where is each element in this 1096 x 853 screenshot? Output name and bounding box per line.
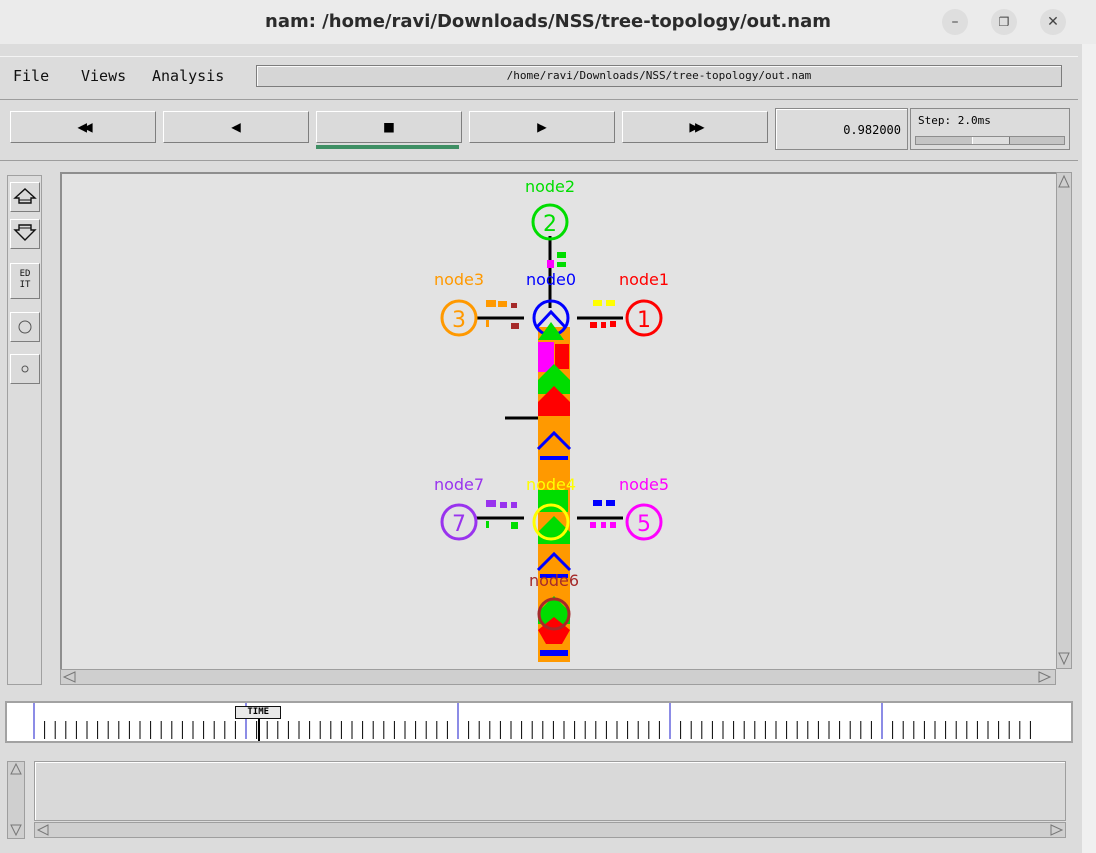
circle-large-icon xyxy=(18,320,32,334)
node-2-label: node2 xyxy=(525,177,575,196)
node-0-label: node0 xyxy=(526,270,576,289)
node-6-label: node6 xyxy=(529,571,579,590)
annotation-panel xyxy=(34,761,1066,821)
node-7-label: node7 xyxy=(434,475,484,494)
close-button[interactable]: ✕ xyxy=(1040,9,1066,35)
stop-active-indicator xyxy=(316,145,459,149)
zoom-out-button[interactable] xyxy=(10,219,40,249)
packet-stream xyxy=(536,327,572,662)
node-2-id: 2 xyxy=(543,212,557,237)
maximize-button[interactable]: ❐ xyxy=(991,9,1017,35)
node-small-tool[interactable] xyxy=(10,354,40,384)
fast-forward-icon: ▶▶ xyxy=(689,117,704,136)
tool-column xyxy=(7,175,42,685)
menu-views[interactable]: Views xyxy=(81,67,126,85)
node-5[interactable]: node5 5 xyxy=(619,475,669,541)
current-time-display: 0.982000 xyxy=(775,108,908,150)
window-title: nam: /home/ravi/Downloads/NSS/tree-topol… xyxy=(265,11,831,32)
play-backward-button[interactable]: ◀ xyxy=(163,111,309,143)
node-large-tool[interactable] xyxy=(10,312,40,342)
menu-file[interactable]: File xyxy=(13,67,49,85)
node-3-label: node3 xyxy=(434,270,484,289)
node-5-id: 5 xyxy=(637,512,651,537)
canvas-horizontal-scrollbar[interactable] xyxy=(60,669,1056,685)
zoom-out-icon xyxy=(13,224,37,241)
minimize-button[interactable]: – xyxy=(942,9,968,35)
node-5-label: node5 xyxy=(619,475,669,494)
step-label: Step: 2.0ms xyxy=(918,114,991,127)
menu-analysis[interactable]: Analysis xyxy=(152,67,224,85)
step-slider-thumb[interactable] xyxy=(972,137,1010,144)
rewind-icon: ◀◀ xyxy=(77,117,92,136)
time-ticks xyxy=(33,703,1031,739)
node-2[interactable]: node2 2 xyxy=(525,177,575,241)
node-7[interactable]: node7 7 xyxy=(434,475,484,541)
node-4-label: node4 xyxy=(526,475,576,494)
play-icon: ▶ xyxy=(537,117,547,136)
time-slider-label: TIME xyxy=(235,706,282,719)
rewind-button[interactable]: ◀◀ xyxy=(10,111,156,143)
time-slider[interactable] xyxy=(5,701,1073,743)
node-1[interactable]: node1 1 xyxy=(619,270,669,337)
zoom-in-icon xyxy=(13,188,37,204)
annotation-horizontal-scrollbar[interactable] xyxy=(34,822,1066,838)
zoom-in-button[interactable] xyxy=(10,182,40,212)
trace-file-path: /home/ravi/Downloads/NSS/tree-topology/o… xyxy=(256,65,1062,87)
edit-label-bottom: IT xyxy=(19,280,31,290)
edit-button[interactable]: ED IT xyxy=(10,263,40,299)
stop-button[interactable]: ■ xyxy=(316,111,462,143)
play-forward-button[interactable]: ▶ xyxy=(469,111,615,143)
stop-icon: ■ xyxy=(384,117,394,136)
fast-forward-button[interactable]: ▶▶ xyxy=(622,111,768,143)
node-3-id: 3 xyxy=(452,308,466,333)
window-edge xyxy=(1082,44,1096,853)
edit-label-top: ED xyxy=(19,269,31,279)
annotation-vertical-scrollbar[interactable] xyxy=(7,761,25,839)
node-7-id: 7 xyxy=(452,512,466,537)
node-1-id: 1 xyxy=(637,308,651,333)
time-marker[interactable] xyxy=(258,719,261,741)
canvas-vertical-scrollbar[interactable] xyxy=(1056,172,1072,669)
node-3[interactable]: node3 3 xyxy=(434,270,484,337)
play-backward-icon: ◀ xyxy=(231,117,241,136)
network-canvas[interactable]: node2 2 node3 3 node0 0 node1 1 node7 7 … xyxy=(60,172,1056,669)
circle-small-icon xyxy=(21,365,29,373)
node-1-label: node1 xyxy=(619,270,669,289)
